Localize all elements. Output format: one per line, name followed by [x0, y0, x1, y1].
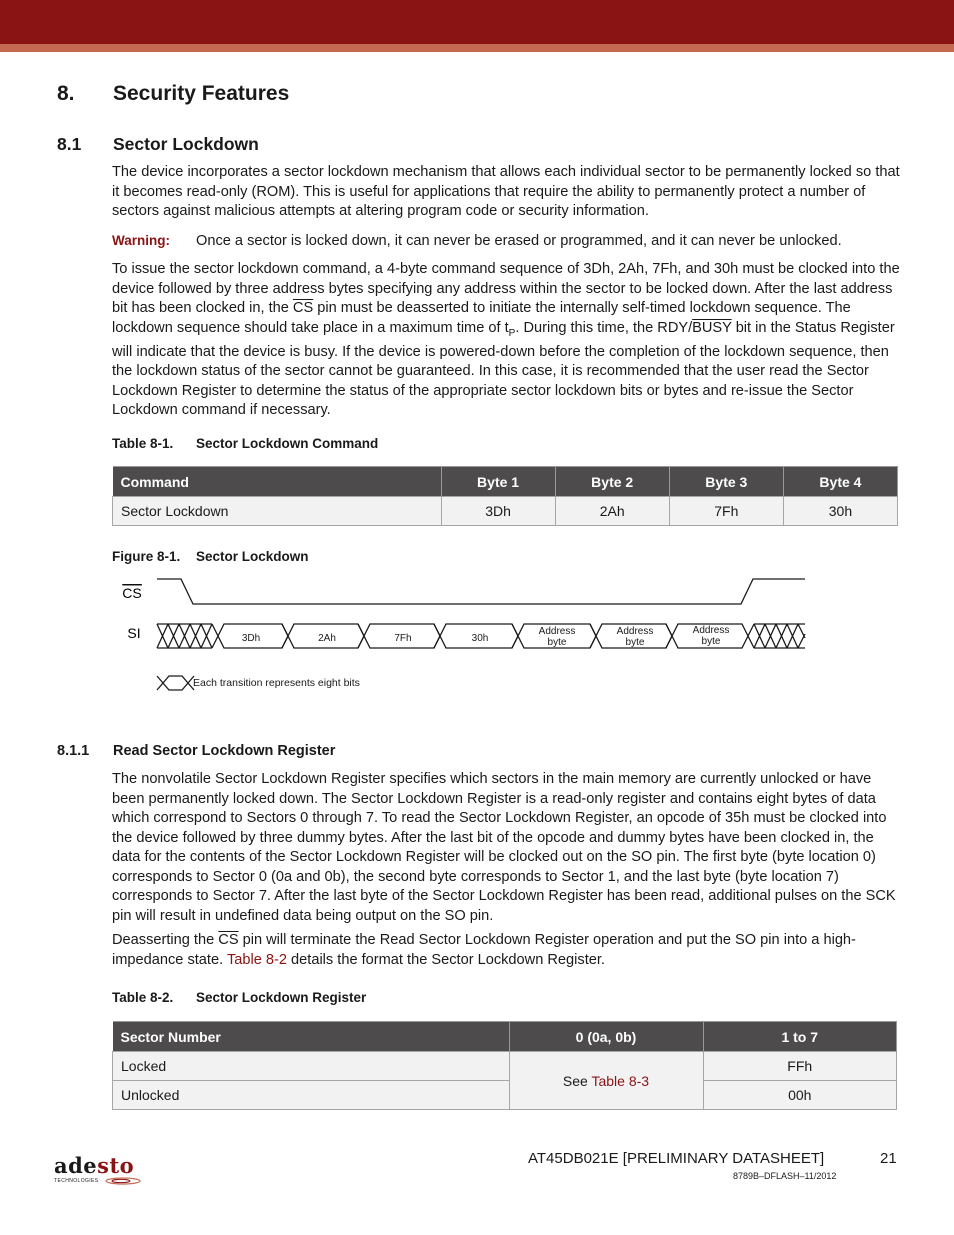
- timing-diagram: CS SI 3Dh 2Ah 7Fh 30h Address byte Addre…: [122, 578, 806, 691]
- address-label: Address: [617, 626, 654, 637]
- read-register-paragraph: The nonvolatile Sector Lockdown Register…: [112, 771, 896, 924]
- table-8-3-link[interactable]: Table 8-3: [591, 1073, 649, 1089]
- byte-label: 30h: [472, 633, 489, 644]
- cs-waveform: [157, 578, 805, 605]
- byte-label: 3Dh: [242, 633, 260, 644]
- table-8-2-link[interactable]: Table 8-2: [227, 952, 287, 968]
- byte-label: 7Fh: [394, 633, 411, 644]
- address-label: byte: [702, 636, 721, 647]
- logo-swoosh-icon: [104, 1177, 141, 1185]
- address-label: byte: [626, 637, 645, 648]
- page-number: 21: [880, 1150, 897, 1167]
- table2-caption: Table 8-2. Sector Lockdown Register: [112, 990, 367, 1005]
- subsubsection-heading: 8.1.1 Read Sector Lockdown Register: [57, 743, 336, 759]
- si-dont-care-start: [156, 623, 213, 649]
- document-code: 8789B–DFLASH–11/2012: [733, 1171, 837, 1181]
- legend-text: Each transition represents eight bits: [193, 677, 360, 689]
- transition-legend-icon: [156, 675, 195, 691]
- byte-label: 2Ah: [318, 633, 336, 644]
- footer-document-title: AT45DB021E [PRELIMINARY DATASHEET]: [528, 1150, 825, 1167]
- table-header-row: Sector Number 0 (0a, 0b) 1 to 7: [112, 1021, 897, 1052]
- cs-signal: CS: [218, 932, 239, 948]
- address-label: Address: [693, 625, 730, 636]
- cs-label: CS: [122, 585, 141, 601]
- address-label: byte: [548, 637, 567, 648]
- address-label: Address: [539, 626, 576, 637]
- si-dont-care-end: [747, 623, 806, 649]
- table-row: Locked See Table 8-3 FFh: [112, 1051, 897, 1110]
- sector-lockdown-register-table: Sector Number 0 (0a, 0b) 1 to 7 Locked S…: [112, 1021, 897, 1110]
- deassert-paragraph: Deasserting the CS pin will terminate th…: [112, 932, 856, 968]
- merged-cell: See Table 8-3: [508, 1051, 704, 1110]
- table-row: Unlocked 00h: [112, 1080, 897, 1110]
- si-label: SI: [127, 625, 140, 641]
- adesto-logo: adesto TECHNOLOGIES: [54, 1155, 141, 1185]
